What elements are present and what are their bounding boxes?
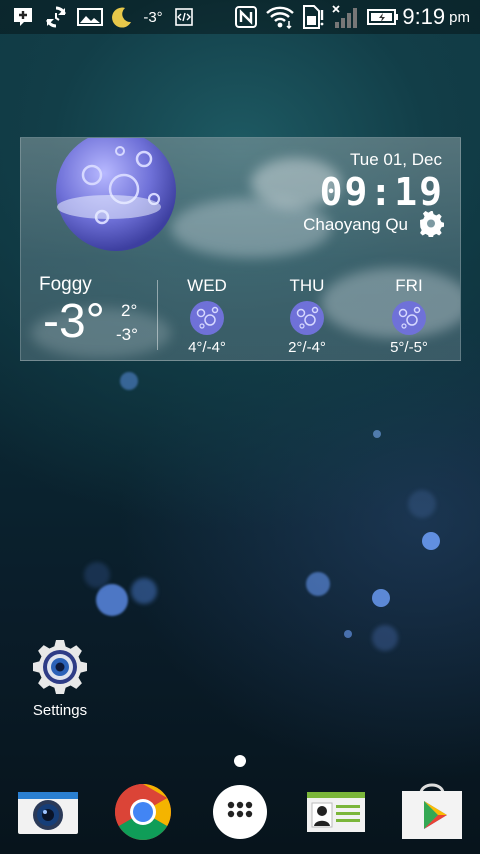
forecast-range: 5°/-5° [390, 339, 428, 356]
settings-icon [33, 640, 87, 694]
status-bar: -3° 9:19 pm [0, 0, 480, 34]
status-time: 9:19 pm [402, 0, 470, 34]
developer-icon [172, 0, 196, 34]
gear-icon[interactable] [418, 211, 444, 237]
bokeh-light [408, 490, 436, 518]
play-store-app[interactable] [400, 780, 464, 844]
app-drawer-icon [213, 785, 267, 839]
bokeh-light [131, 578, 157, 604]
app-drawer-button[interactable] [208, 780, 272, 844]
forecast-fri: FRI 5°/-5° [369, 276, 449, 356]
moon-icon [392, 301, 426, 335]
bokeh-light [372, 589, 390, 607]
forecast-day: WED [187, 276, 227, 295]
battery-charging-icon [366, 0, 400, 34]
weather-condition: Foggy [39, 274, 92, 295]
temp-low: -3° [116, 325, 138, 344]
moon-icon [290, 301, 324, 335]
widget-clock[interactable]: 09:19 [320, 170, 444, 214]
bokeh-light [84, 562, 110, 588]
contacts-icon [307, 792, 365, 832]
play-store-icon [402, 783, 462, 839]
temp-high: 2° [121, 301, 138, 320]
nfc-icon [234, 0, 258, 34]
bokeh-light [372, 625, 398, 651]
forecast-range: 4°/-4° [188, 339, 226, 356]
wifi-icon [264, 0, 296, 34]
settings-app[interactable]: Settings [20, 638, 100, 719]
contacts-app[interactable] [304, 780, 368, 844]
status-clock: 9:19 [402, 4, 446, 29]
moon-icon [56, 138, 176, 251]
gallery-icon [76, 0, 104, 34]
forecast-range: 2°/-4° [288, 339, 326, 356]
chrome-icon [115, 784, 171, 840]
sim-alert-icon [300, 0, 326, 34]
settings-label: Settings [32, 702, 88, 719]
moon-icon [190, 301, 224, 335]
widget-location[interactable]: Chaoyang Qu [303, 215, 408, 235]
sync-icon [42, 0, 70, 34]
add-notification-icon [10, 0, 36, 34]
bokeh-light [306, 572, 330, 596]
forecast-day: FRI [395, 276, 423, 295]
widget-date: Tue 01, Dec [350, 150, 442, 169]
weather-widget[interactable]: Tue 01, Dec 09:19 Chaoyang Qu Foggy -3° … [20, 137, 461, 361]
page-indicator [234, 755, 246, 767]
signal-icon [330, 0, 360, 34]
widget-divider [157, 280, 158, 350]
bokeh-light [344, 630, 352, 638]
forecast-day: THU [289, 276, 325, 295]
current-temperature: -3° [43, 295, 105, 348]
bokeh-light [422, 532, 440, 550]
moon-icon [108, 0, 134, 34]
bokeh-light [96, 584, 128, 616]
status-ampm: pm [449, 8, 470, 26]
chrome-app[interactable] [111, 780, 175, 844]
bokeh-light [120, 372, 138, 390]
camera-icon [18, 792, 78, 834]
camera-app[interactable] [16, 780, 80, 844]
forecast-thu: THU 2°/-4° [267, 276, 347, 356]
forecast-wed: WED 4°/-4° [167, 276, 247, 356]
dock [0, 775, 480, 854]
status-temperature: -3° [143, 8, 163, 26]
bokeh-light [373, 430, 381, 438]
